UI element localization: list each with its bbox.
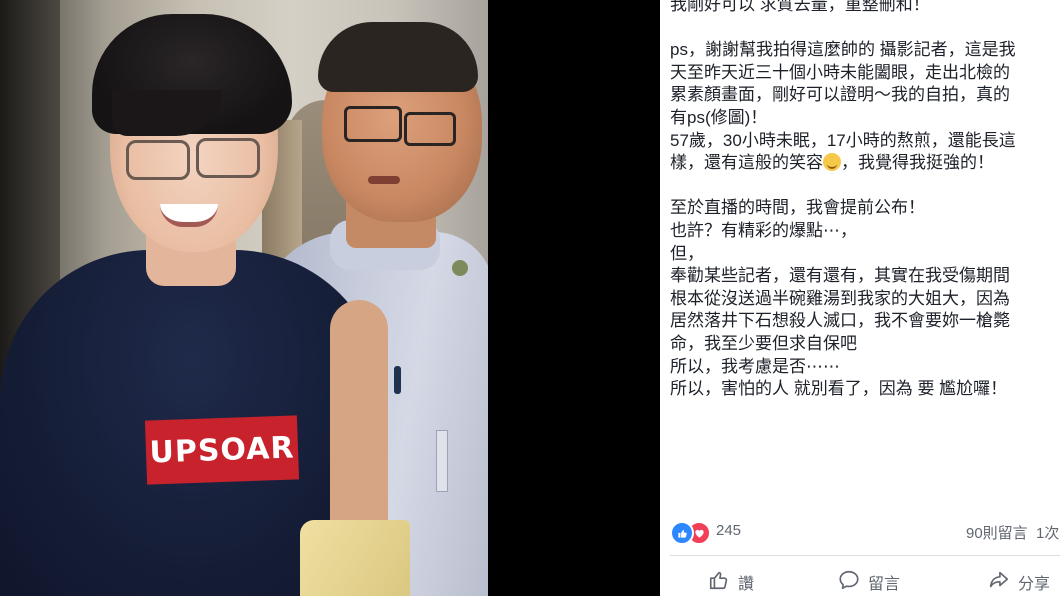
post-line: 累素顏畫面，剛好可以證明～我的自拍，真的 [670,85,1010,105]
post-line [670,175,1060,198]
reaction-summary[interactable]: 245 90則留言 1次 [670,520,1060,545]
like-reaction-icon [670,521,694,545]
post-line-with-emoji: 樣，還有這般的笑容 ，我覺得我挺強的！ [670,152,1060,175]
man-glasses-right [196,138,260,178]
post-line: 天至昨天近三十個小時未能闔眼，走出北檢的 [670,62,1010,82]
post-line-part: ，我覺得我挺強的！ [841,153,994,173]
share-label: 分享 [1018,576,1051,593]
post-line: 奉勸某些記者，還有還有，其實在我受傷期間 [670,266,1010,286]
screenshot: UPSOAR 我剛好可以 求質去量，重整刪和！ ps，謝謝幫我拍得這麼帥的 攝影… [0,0,1060,596]
post-line-part: 樣，還有這般的笑容 [670,153,823,173]
post-line [670,17,1060,40]
post-line: 我剛好可以 求質去量，重整刪和！ [670,0,930,14]
thumbs-up-icon [708,569,730,596]
post-body: 我剛好可以 求質去量，重整刪和！ ps，謝謝幫我拍得這麼帥的 攝影記者，這是我 … [670,0,1060,401]
post-line: 也許？有精彩的爆點⋯， [670,220,857,240]
comment-share-count[interactable]: 90則留言 1次 [966,522,1059,543]
shirt-logo: UPSOAR [144,415,300,485]
divider [670,555,1060,556]
share-button[interactable]: 分享 [988,568,1050,596]
post-line: 居然落井下石想殺人滅口，我不會要妳一槍斃 [670,311,1010,331]
post-line: 根本從沒送過半碗雞湯到我家的大姐大，因為 [670,288,1010,308]
post-line: 但， [670,243,704,263]
comment-count[interactable]: 90則留言 [966,525,1028,542]
share-count[interactable]: 1次 [1036,525,1059,542]
like-button[interactable]: 讚 [708,568,754,596]
officer-glasses-right [404,112,456,146]
post-panel: 我剛好可以 求質去量，重整刪和！ ps，謝謝幫我拍得這麼帥的 攝影記者，這是我 … [660,0,1060,596]
post-line: 57歲，30小時未眠，17小時的熬煎，還能長這 [670,130,1016,150]
photo-letterbox [488,0,660,596]
comment-label: 留言 [868,576,901,593]
comment-button[interactable]: 留言 [838,568,900,596]
officer-mouth [368,176,400,184]
comment-bubble-icon [838,569,860,596]
officer-pen [394,366,401,394]
share-arrow-icon [988,569,1010,596]
officer-pocket-pin [436,430,448,492]
officer-glasses-left [344,106,402,142]
post-line: ps，謝謝幫我拍得這麼帥的 攝影記者，這是我 [670,40,1016,60]
officer-hair [318,22,478,92]
post-line: 至於直播的時間，我會提前公布！ [670,198,925,218]
like-label: 讚 [738,576,755,593]
post-line: 所以，我考慮是否⋯⋯ [670,356,840,376]
post-line: 有ps(修圖)！ [670,107,768,127]
officer-badge [452,260,468,276]
post-line: 所以，害怕的人 就別看了，因為 要 尷尬囉！ [670,379,1008,399]
reaction-count[interactable]: 245 [716,522,741,539]
post-photo[interactable]: UPSOAR [0,0,488,596]
folder [300,520,410,596]
post-line: 命，我至少要但求自保吧 [670,333,857,353]
man-glasses-left [126,140,190,180]
smile-emoji-icon [823,153,841,172]
